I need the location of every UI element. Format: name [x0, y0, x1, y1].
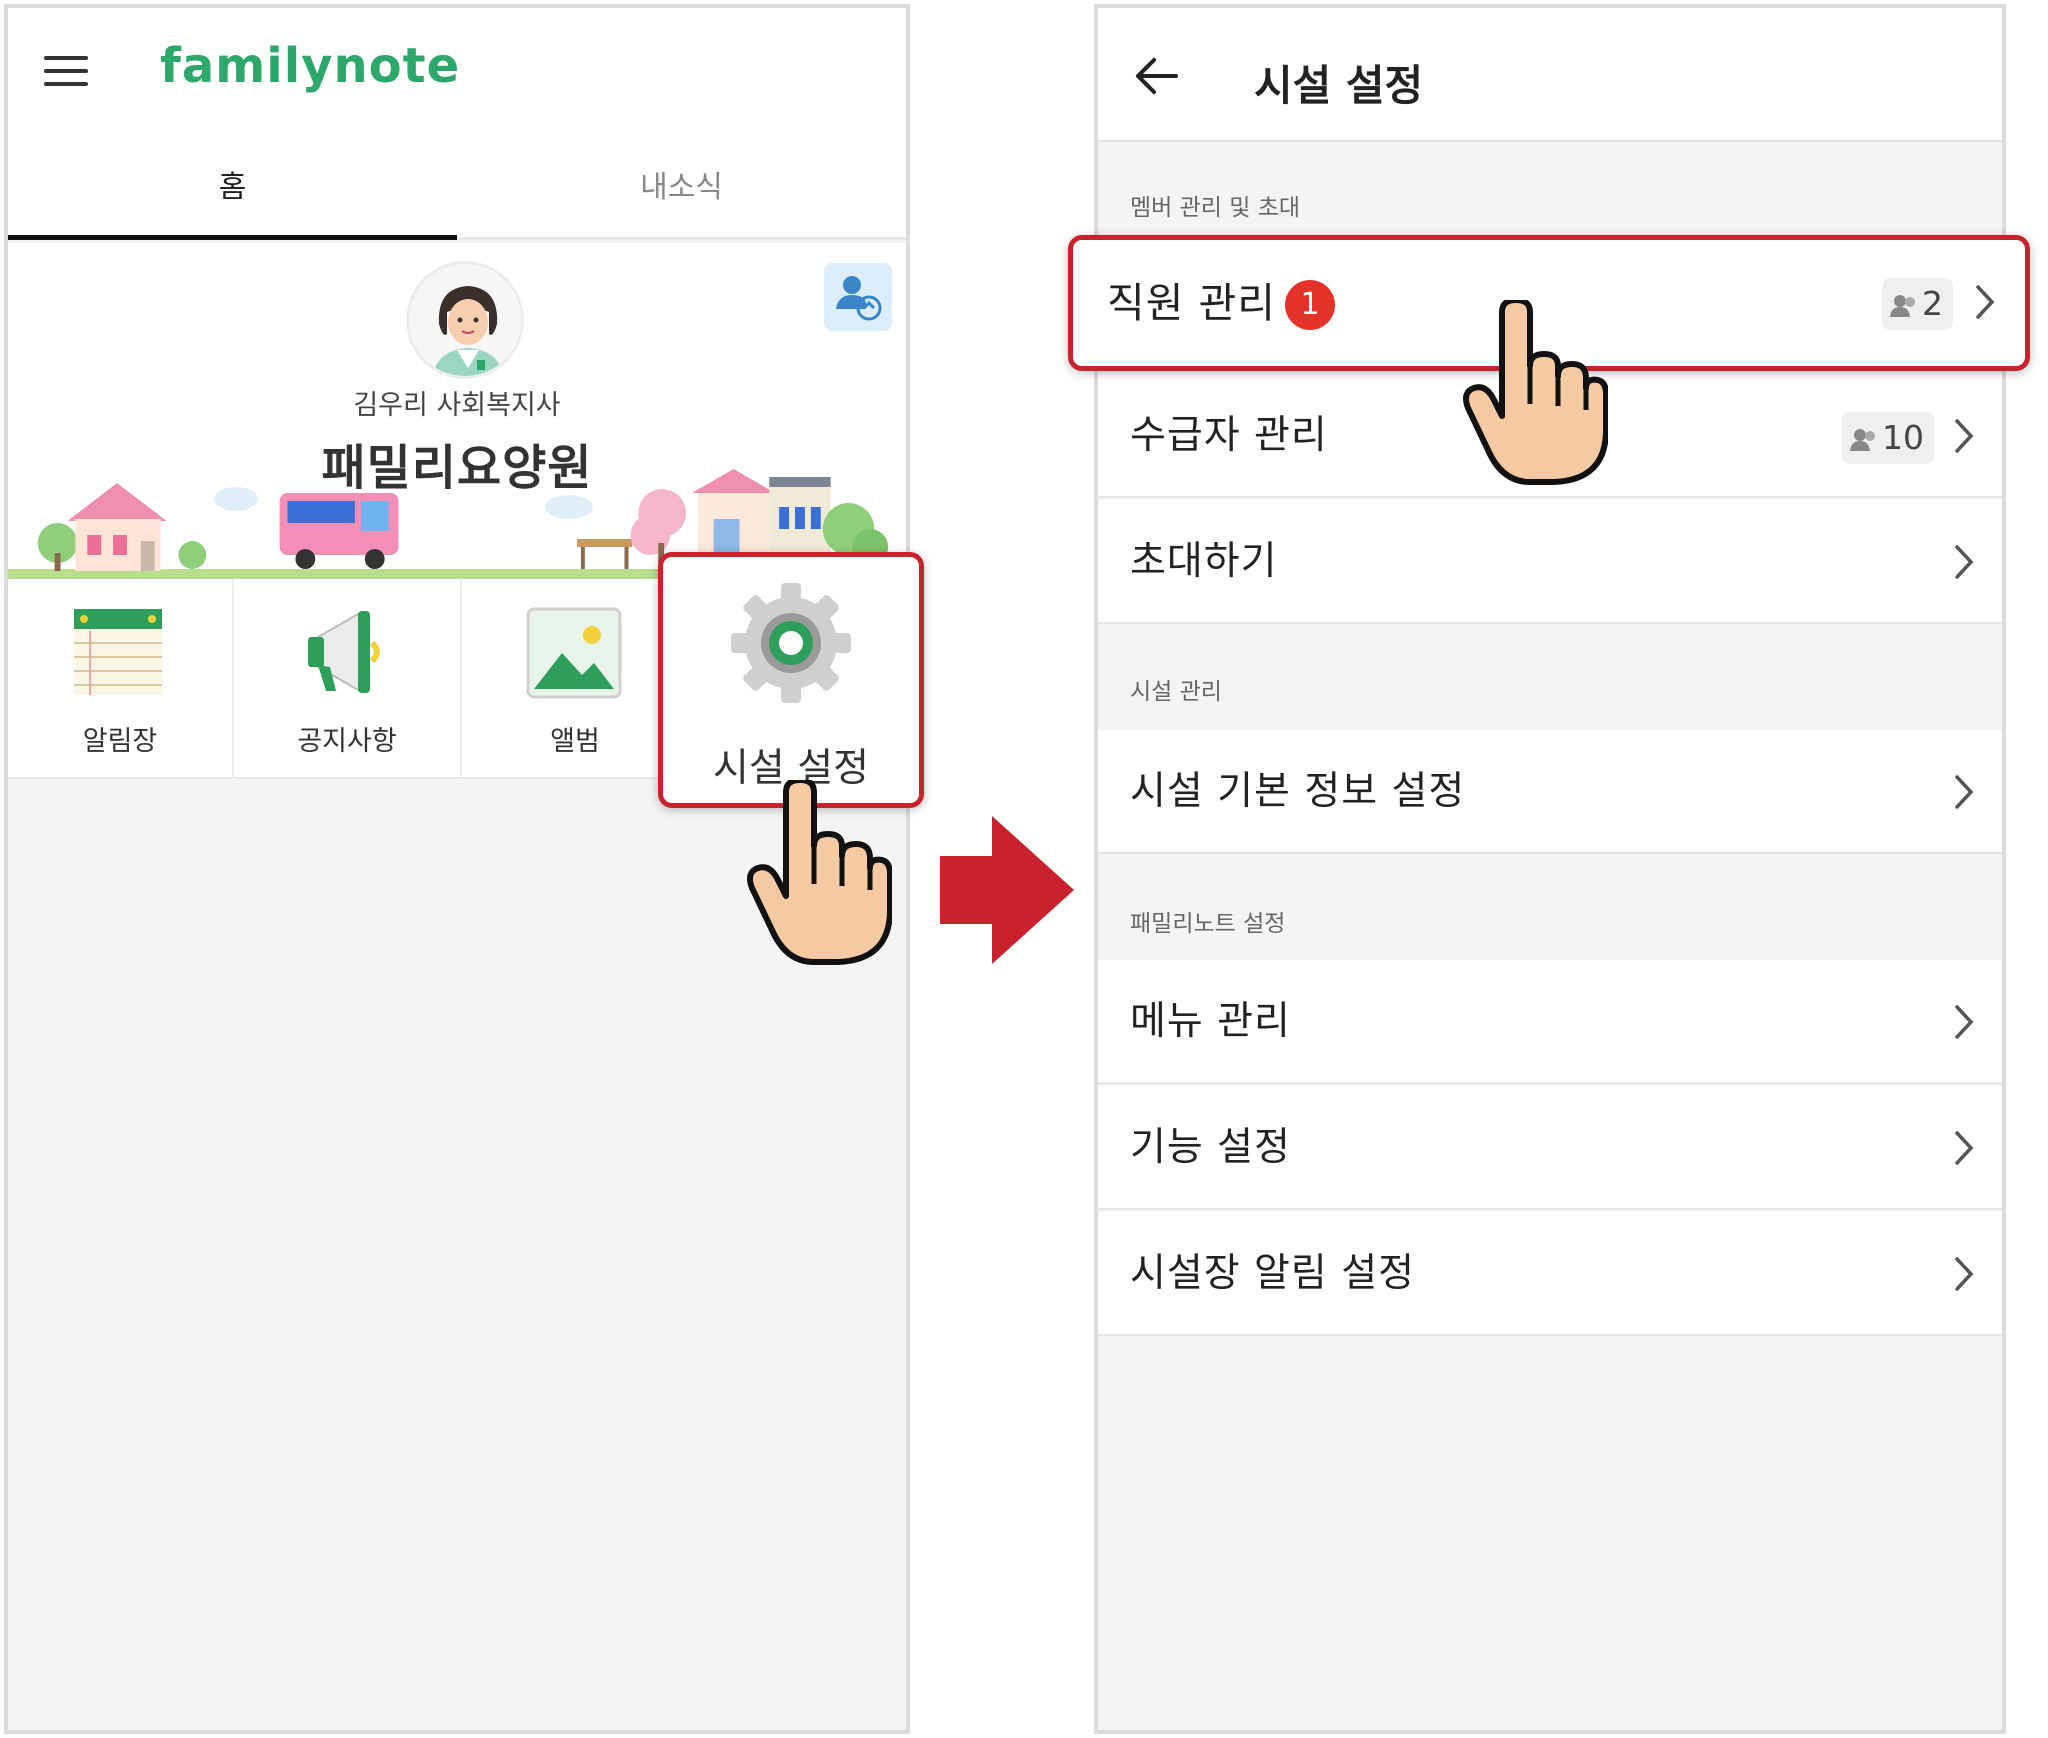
member-count-badge: 2: [1882, 278, 1953, 330]
member-count: 2: [1922, 284, 1943, 323]
menu-announcements[interactable]: 공지사항: [234, 579, 462, 779]
member-count-badge: 10: [1842, 412, 1934, 464]
pointing-hand-icon: [1463, 300, 1608, 485]
menu-facility-settings[interactable]: 시설 설정: [658, 552, 924, 808]
menu-label: 앨범: [550, 726, 600, 757]
menu-label: 공지사항: [297, 726, 397, 757]
people-icon: [1890, 295, 1915, 317]
gear-icon: [731, 583, 851, 703]
chevron-right-icon: [1955, 1005, 1974, 1039]
row-label: 직원 관리: [1107, 279, 1276, 327]
app-header: familynote: [8, 8, 906, 140]
chevron-right-icon: [1955, 775, 1974, 809]
next-step-arrow-icon: [940, 816, 1074, 964]
row-invite[interactable]: 초대하기: [1098, 500, 2002, 624]
tab-home[interactable]: 홈: [8, 140, 457, 240]
section-header-members: 멤버 관리 및 초대: [1130, 195, 1301, 221]
row-label: 시설장 알림 설정: [1130, 1251, 1415, 1296]
menu-notice-book[interactable]: 알림장: [8, 579, 234, 779]
chevron-right-icon: [1955, 419, 1974, 453]
row-menu-management[interactable]: 메뉴 관리: [1098, 960, 2002, 1084]
chevron-right-icon: [1976, 285, 1995, 319]
facility-hero: 김우리 사회복지사 패밀리요양원: [8, 243, 906, 579]
user-role-label: 김우리 사회복지사: [353, 390, 561, 421]
menu-label: 알림장: [82, 726, 158, 757]
tab-my-news[interactable]: 내소식: [457, 140, 906, 237]
chevron-right-icon: [1955, 1131, 1974, 1165]
notebook-icon: [74, 609, 162, 695]
row-label: 메뉴 관리: [1130, 999, 1291, 1044]
row-facility-basic-info[interactable]: 시설 기본 정보 설정: [1098, 730, 2002, 854]
tab-bar: 홈 내소식: [8, 140, 906, 240]
row-label: 시설 기본 정보 설정: [1130, 769, 1466, 814]
page-title: 시설 설정: [1254, 61, 1424, 110]
notification-badge: 1: [1285, 280, 1335, 330]
app-logo: familynote: [160, 38, 461, 94]
row-feature-settings[interactable]: 기능 설정: [1098, 1086, 2002, 1210]
megaphone-icon: [308, 611, 380, 693]
settings-header: 시설 설정: [1098, 8, 2002, 142]
section-header-facility: 시설 관리: [1130, 679, 1222, 705]
user-switch-icon: [836, 276, 882, 321]
row-director-alert-settings[interactable]: 시설장 알림 설정: [1098, 1212, 2002, 1336]
people-icon: [1850, 429, 1875, 451]
row-label: 수급자 관리: [1130, 413, 1328, 458]
hamburger-menu-icon[interactable]: [44, 56, 88, 86]
row-label: 초대하기: [1130, 539, 1278, 584]
photo-icon: [526, 607, 622, 699]
menu-album[interactable]: 앨범: [462, 579, 688, 779]
back-arrow-icon[interactable]: [1134, 56, 1178, 96]
pointing-hand-icon: [747, 780, 892, 965]
chevron-right-icon: [1955, 1257, 1974, 1291]
member-count: 10: [1882, 418, 1924, 457]
section-header-familynote: 패밀리노트 설정: [1130, 911, 1286, 937]
avatar: [406, 261, 524, 379]
switch-account-button[interactable]: [824, 263, 892, 331]
row-label: 기능 설정: [1130, 1125, 1291, 1170]
chevron-right-icon: [1955, 545, 1974, 579]
